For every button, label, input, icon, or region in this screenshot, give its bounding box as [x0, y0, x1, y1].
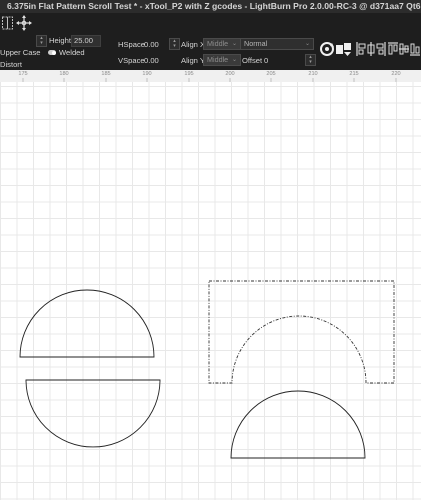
shape-semicircle-bottom-left[interactable]: [25, 379, 161, 448]
align-y-value: Middle: [207, 55, 229, 64]
vspace-label: VSpace: [118, 56, 145, 65]
align-x-select[interactable]: Middle ⌄: [203, 38, 241, 50]
window-title: 6.375in Flat Pattern Scroll Test * - xTo…: [0, 0, 421, 13]
design-canvas[interactable]: [0, 82, 421, 500]
chevron-down-icon: ⌄: [231, 57, 237, 63]
welded-toggle[interactable]: [48, 50, 56, 55]
height-stepper[interactable]: ▴ ▾: [36, 35, 47, 47]
align-x-label: Align X: [181, 40, 206, 49]
align-y-select[interactable]: Middle ⌄: [203, 54, 241, 66]
vspace-input[interactable]: 0.00: [144, 56, 159, 65]
chevron-down-icon: ⌄: [304, 41, 310, 47]
align-y-label: Align Y: [181, 56, 205, 65]
style-value: Normal: [244, 39, 268, 48]
chevron-down-icon: ⌄: [231, 41, 237, 47]
hspace-label: HSpace: [118, 40, 146, 49]
group-icon[interactable]: [319, 41, 335, 59]
height-label: Height: [49, 36, 71, 45]
align-middle-icon[interactable]: [399, 42, 409, 58]
shape-semicircle-top-left[interactable]: [19, 289, 155, 358]
main-toolbar: [0, 13, 421, 33]
ruler-ticks-graphic: [22, 78, 397, 82]
hspace-input[interactable]: 0.00: [144, 40, 159, 49]
align-x-value: Middle: [207, 39, 229, 48]
offset-input[interactable]: 0: [264, 56, 268, 65]
distort-label[interactable]: Distort: [0, 60, 22, 69]
shape-arch-dashed[interactable]: [208, 280, 395, 384]
shape-semicircle-bottom-right[interactable]: [230, 390, 366, 459]
offset-stepper[interactable]: ▴ ▾: [305, 54, 316, 66]
offset-label: Offset: [242, 56, 263, 65]
welded-label: Welded: [59, 48, 85, 57]
canvas-shapes: [19, 280, 395, 459]
align-x-stepper[interactable]: ▴ ▾: [169, 38, 180, 50]
align-bottom-icon[interactable]: [410, 42, 420, 58]
text-options-toolbar: ▴ ▾ Height 25.00 Upper Case Welded Distor…: [0, 33, 421, 70]
align-top-icon[interactable]: [388, 42, 398, 58]
style-select[interactable]: Normal ⌄: [240, 38, 314, 50]
align-left-icon[interactable]: [356, 42, 366, 58]
align-center-icon[interactable]: [367, 42, 375, 58]
height-input[interactable]: 25.00: [71, 35, 101, 47]
upper-case-label[interactable]: Upper Case: [0, 48, 41, 57]
align-right-icon[interactable]: [376, 42, 386, 58]
weld-icon[interactable]: [335, 41, 353, 59]
